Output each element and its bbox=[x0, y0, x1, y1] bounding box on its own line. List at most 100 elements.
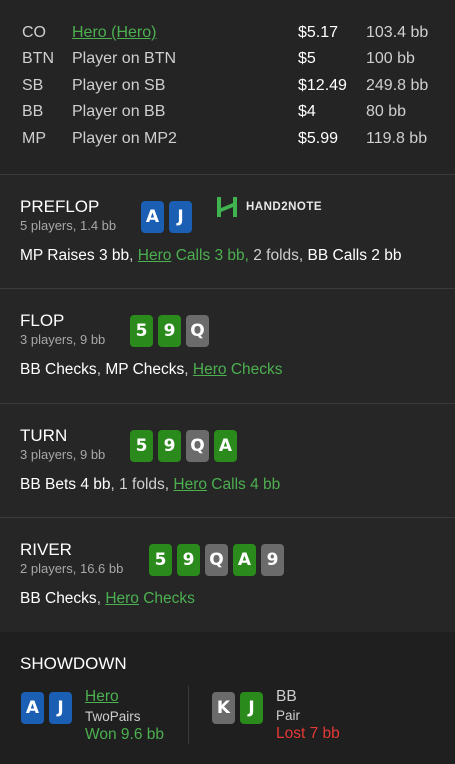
showdown-result: Won 9.6 bb bbox=[85, 726, 164, 743]
street-subtitle: 3 players, 9 bb bbox=[20, 332, 106, 347]
player-row: CO Hero (Hero) $5.17 103.4 bb bbox=[0, 20, 455, 46]
player-row: SB Player on SB $12.49 249.8 bb bbox=[0, 73, 455, 99]
street-flop: FLOP 3 players, 9 bb 5 9 Q BB Checks, MP… bbox=[0, 289, 455, 403]
card: J bbox=[240, 692, 263, 724]
player-stack-bb: 100 bb bbox=[366, 50, 415, 67]
street-subtitle: 2 players, 16.6 bb bbox=[20, 561, 124, 576]
showdown-title: SHOWDOWN bbox=[20, 654, 127, 673]
card: 9 bbox=[158, 315, 181, 347]
action-separator: , bbox=[184, 361, 193, 378]
hero-link[interactable]: Hero bbox=[193, 361, 227, 378]
player-row: BTN Player on BTN $5 100 bb bbox=[0, 46, 455, 72]
card: 9 bbox=[261, 544, 284, 576]
action-separator: , bbox=[129, 247, 138, 264]
showdown-section: SHOWDOWN A J Hero TwoPairs Won 9.6 bb K … bbox=[0, 632, 455, 764]
street-actions: MP Raises 3 bb, Hero Calls 3 bb, 2 folds… bbox=[20, 247, 401, 265]
card: A bbox=[214, 430, 237, 462]
board-cards: 5 9 Q A 9 bbox=[149, 544, 284, 576]
street-turn: TURN 3 players, 9 bb 5 9 Q A BB Bets 4 b… bbox=[0, 404, 455, 517]
action-text: 2 folds, bbox=[248, 247, 308, 264]
showdown-hand-rank: Pair bbox=[276, 708, 301, 723]
card: K bbox=[212, 692, 235, 724]
street-actions: BB Bets 4 bb, 1 folds, Hero Calls 4 bb bbox=[20, 476, 280, 494]
action-actor: MP bbox=[20, 247, 43, 264]
action-text: Bets 4 bb bbox=[40, 476, 111, 493]
player-position: MP bbox=[22, 130, 46, 147]
card: J bbox=[169, 201, 192, 233]
street-subtitle: 5 players, 1.4 bb bbox=[20, 218, 117, 233]
hero-link[interactable]: Hero bbox=[105, 590, 139, 607]
street-actions: BB Checks, Hero Checks bbox=[20, 590, 195, 608]
action-text: Checks bbox=[138, 590, 195, 607]
player-position: SB bbox=[22, 77, 44, 94]
street-title: FLOP bbox=[20, 311, 65, 330]
card: 9 bbox=[177, 544, 200, 576]
hand2note-logo-icon bbox=[216, 196, 238, 218]
player-stack: $4 bbox=[298, 103, 316, 120]
player-stack: $5.99 bbox=[298, 130, 339, 147]
action-text: Calls 2 bb bbox=[328, 247, 402, 264]
street-title: TURN bbox=[20, 426, 68, 445]
hole-cards: A J bbox=[141, 201, 192, 233]
card: 5 bbox=[130, 315, 153, 347]
street-river: RIVER 2 players, 16.6 bb 5 9 Q A 9 BB Ch… bbox=[0, 518, 455, 632]
action-actor: BB bbox=[20, 590, 41, 607]
action-actor: BB bbox=[307, 247, 329, 264]
player-position: BTN bbox=[22, 50, 54, 67]
board-cards: 5 9 Q A bbox=[130, 430, 237, 462]
player-stack: $5 bbox=[298, 50, 316, 67]
action-text: Raises 3 bb bbox=[42, 247, 130, 264]
player-stack-bb: 119.8 bb bbox=[366, 130, 428, 147]
showdown-result: Lost 7 bb bbox=[276, 725, 340, 742]
showdown-hand-rank: TwoPairs bbox=[85, 709, 141, 724]
showdown-opponent-name: BB bbox=[276, 688, 297, 705]
player-stack-bb: 103.4 bb bbox=[366, 24, 429, 41]
action-text: Checks bbox=[226, 361, 283, 378]
action-actor: BB bbox=[20, 476, 41, 493]
player-name: Player on MP2 bbox=[72, 130, 177, 147]
hand2note-logo: HAND2NOTE bbox=[216, 196, 322, 218]
card: Q bbox=[186, 430, 209, 462]
player-name: Player on BB bbox=[72, 103, 166, 120]
street-title: RIVER bbox=[20, 540, 72, 559]
action-text: Calls 4 bb bbox=[207, 476, 281, 493]
card: 9 bbox=[158, 430, 181, 462]
action-text: Checks bbox=[40, 361, 97, 378]
street-actions: BB Checks, MP Checks, Hero Checks bbox=[20, 361, 283, 379]
card: Q bbox=[186, 315, 209, 347]
player-position: BB bbox=[22, 103, 44, 120]
card: J bbox=[49, 692, 72, 724]
hero-link[interactable]: Hero bbox=[173, 476, 207, 493]
action-actor: MP bbox=[105, 361, 129, 378]
divider bbox=[188, 686, 189, 744]
card: A bbox=[141, 201, 164, 233]
showdown-hero-link[interactable]: Hero bbox=[85, 688, 119, 706]
opponent-showdown-cards: K J bbox=[212, 692, 263, 724]
player-position: CO bbox=[22, 24, 46, 41]
player-name: Player on BTN bbox=[72, 50, 177, 67]
player-stack-bb: 249.8 bb bbox=[366, 77, 429, 94]
card: A bbox=[21, 692, 44, 724]
player-stack: $5.17 bbox=[298, 24, 339, 41]
hero-link[interactable]: Hero bbox=[138, 247, 172, 264]
card: A bbox=[233, 544, 256, 576]
street-subtitle: 3 players, 9 bb bbox=[20, 447, 106, 462]
action-separator: , 1 folds, bbox=[110, 476, 174, 493]
card: 5 bbox=[149, 544, 172, 576]
hero-showdown-cards: A J bbox=[21, 692, 72, 724]
street-preflop: PREFLOP 5 players, 1.4 bb A J MP Raises … bbox=[0, 175, 455, 288]
player-row: MP Player on MP2 $5.99 119.8 bb bbox=[0, 126, 455, 152]
action-text: Checks bbox=[40, 590, 97, 607]
action-text: Calls 3 bb, bbox=[171, 247, 249, 264]
players-table: CO Hero (Hero) $5.17 103.4 bb BTN Player… bbox=[0, 0, 455, 174]
card: Q bbox=[205, 544, 228, 576]
street-title: PREFLOP bbox=[20, 197, 100, 216]
player-row: BB Player on BB $4 80 bb bbox=[0, 99, 455, 125]
hand2note-logo-text: HAND2NOTE bbox=[246, 201, 323, 213]
board-cards: 5 9 Q bbox=[130, 315, 209, 347]
action-text: Checks bbox=[128, 361, 185, 378]
hand-history-panel: CO Hero (Hero) $5.17 103.4 bb BTN Player… bbox=[0, 0, 455, 764]
player-stack-bb: 80 bb bbox=[366, 103, 407, 120]
card: 5 bbox=[130, 430, 153, 462]
player-name-link[interactable]: Hero (Hero) bbox=[72, 20, 156, 46]
